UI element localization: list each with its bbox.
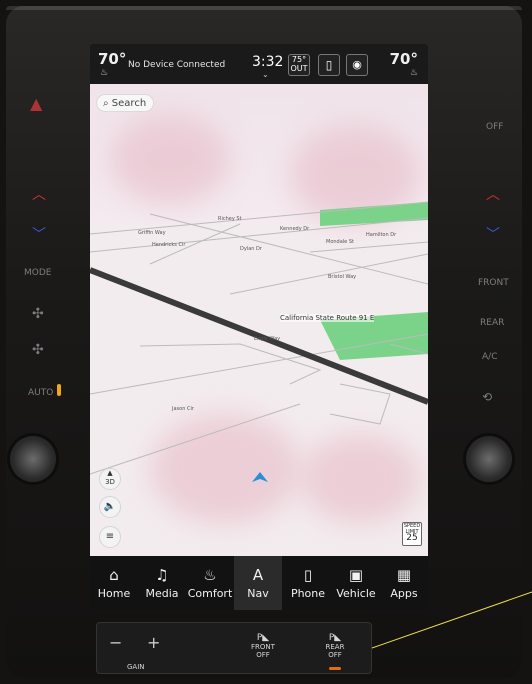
ac-button[interactable]: A/C <box>482 352 497 362</box>
street-label: Kennedy Dr <box>280 226 310 232</box>
chevron-down-icon[interactable]: ⌄ <box>262 70 269 79</box>
front-defrost-button[interactable]: FRONT <box>478 278 509 288</box>
auto-button[interactable]: AUTO <box>28 388 53 398</box>
seat-heat-icon[interactable]: ♨ <box>100 68 108 78</box>
speaker-icon: 🔈 <box>103 501 117 512</box>
seat-heat-off-button[interactable]: OFF <box>486 122 503 132</box>
recirc-icon[interactable]: ⟲ <box>482 390 492 404</box>
fan-up-button[interactable]: ︿ <box>32 184 46 204</box>
bottom-control-panel: − + GAIN P◣ FRONT OFF P◣ REAR OFF <box>96 622 372 674</box>
gain-label: GAIN <box>127 663 145 671</box>
nav-phone[interactable]: ▯ Phone <box>284 556 332 610</box>
camera-icon[interactable]: ◉ <box>346 54 368 76</box>
search-icon: ⌕ <box>103 98 109 109</box>
driver-temp[interactable]: 70° <box>98 50 126 68</box>
compass-button[interactable]: ▲ 3D <box>99 468 121 490</box>
seat-icon: ♨ <box>203 566 217 584</box>
nav-media[interactable]: ♫ Media <box>138 556 186 610</box>
temp-down-button[interactable]: ﹀ <box>486 224 500 244</box>
temp-up-button[interactable]: ︿ <box>486 184 500 204</box>
search-box[interactable]: ⌕ Search <box>96 94 154 112</box>
street-label: Jason Cir <box>172 406 194 412</box>
mode-button[interactable]: MODE <box>24 268 51 278</box>
phone-icon: ▯ <box>303 566 313 584</box>
street-label: Hamilton Dr <box>366 232 397 238</box>
nav-apps[interactable]: ▦ Apps <box>380 556 428 610</box>
street-label: Hendricks Cir <box>152 242 186 248</box>
auto-indicator <box>57 384 61 396</box>
passenger-temp[interactable]: 70° <box>390 50 418 68</box>
camera-icon: P◣ <box>256 633 270 643</box>
front-off-button[interactable]: P◣ FRONT OFF <box>245 633 281 659</box>
compass-icon: ▲ <box>107 469 113 477</box>
touchscreen: 70° ♨ No Device Connected 3:32 ⌄ 75° OUT … <box>90 44 428 610</box>
volume-button[interactable]: 🔈 <box>99 496 121 518</box>
phone-icon[interactable]: ▯ <box>318 54 340 76</box>
fan-icon[interactable]: ✣ <box>32 342 44 358</box>
navigation-icon: A <box>252 566 264 584</box>
hazard-icon[interactable]: ▲ <box>30 94 42 113</box>
rear-off-button[interactable]: P◣ REAR OFF <box>317 633 353 659</box>
tune-knob[interactable] <box>466 436 512 482</box>
nav-home[interactable]: ⌂ Home <box>90 556 138 610</box>
street-label: Richey St <box>218 216 242 222</box>
rear-defrost-button[interactable]: REAR <box>480 318 504 328</box>
street-label: Bristol Way <box>328 274 357 280</box>
nav-vehicle[interactable]: ▣ Vehicle <box>332 556 380 610</box>
street-label: Griffin Way <box>138 230 166 236</box>
volume-knob[interactable] <box>10 436 56 482</box>
home-icon: ⌂ <box>109 566 119 584</box>
menu-icon: ≡ <box>105 531 115 542</box>
status-bar: 70° ♨ No Device Connected 3:32 ⌄ 75° OUT … <box>90 44 428 84</box>
map-roads <box>90 201 428 482</box>
street-label: Mondale St <box>326 239 354 245</box>
menu-button[interactable]: ≡ <box>99 526 121 548</box>
gain-down-button[interactable]: − <box>109 633 122 652</box>
outside-temp: 75° OUT <box>288 54 310 76</box>
street-label: Dylan Dr <box>240 246 262 252</box>
gain-up-button[interactable]: + <box>147 633 160 652</box>
clock: 3:32 <box>252 54 284 70</box>
apps-grid-icon: ▦ <box>396 566 412 584</box>
nav-bar: ⌂ Home ♫ Media ♨ Comfort A Nav ▯ Phone ▣… <box>90 556 428 610</box>
fan-icon[interactable]: ✣ <box>32 306 44 322</box>
map-view[interactable]: ⌕ Search Griffin Way Richey St Kennedy D… <box>90 84 428 556</box>
speed-limit-sign: SPEED LIMIT 25 <box>402 522 422 546</box>
music-note-icon: ♫ <box>155 566 169 584</box>
camera-icon: P◣ <box>328 633 342 643</box>
seat-heat-icon[interactable]: ♨ <box>410 68 418 78</box>
rear-off-indicator <box>329 667 341 670</box>
nav-nav[interactable]: A Nav <box>234 556 282 610</box>
street-label: Eagle Way <box>254 336 281 342</box>
device-status[interactable]: No Device Connected <box>128 60 225 70</box>
search-label: Search <box>111 98 147 109</box>
nav-comfort[interactable]: ♨ Comfort <box>186 556 234 610</box>
vehicle-icon: ▣ <box>348 566 364 584</box>
fan-down-button[interactable]: ﹀ <box>32 224 46 244</box>
street-label: California State Route 91 E <box>280 314 375 322</box>
